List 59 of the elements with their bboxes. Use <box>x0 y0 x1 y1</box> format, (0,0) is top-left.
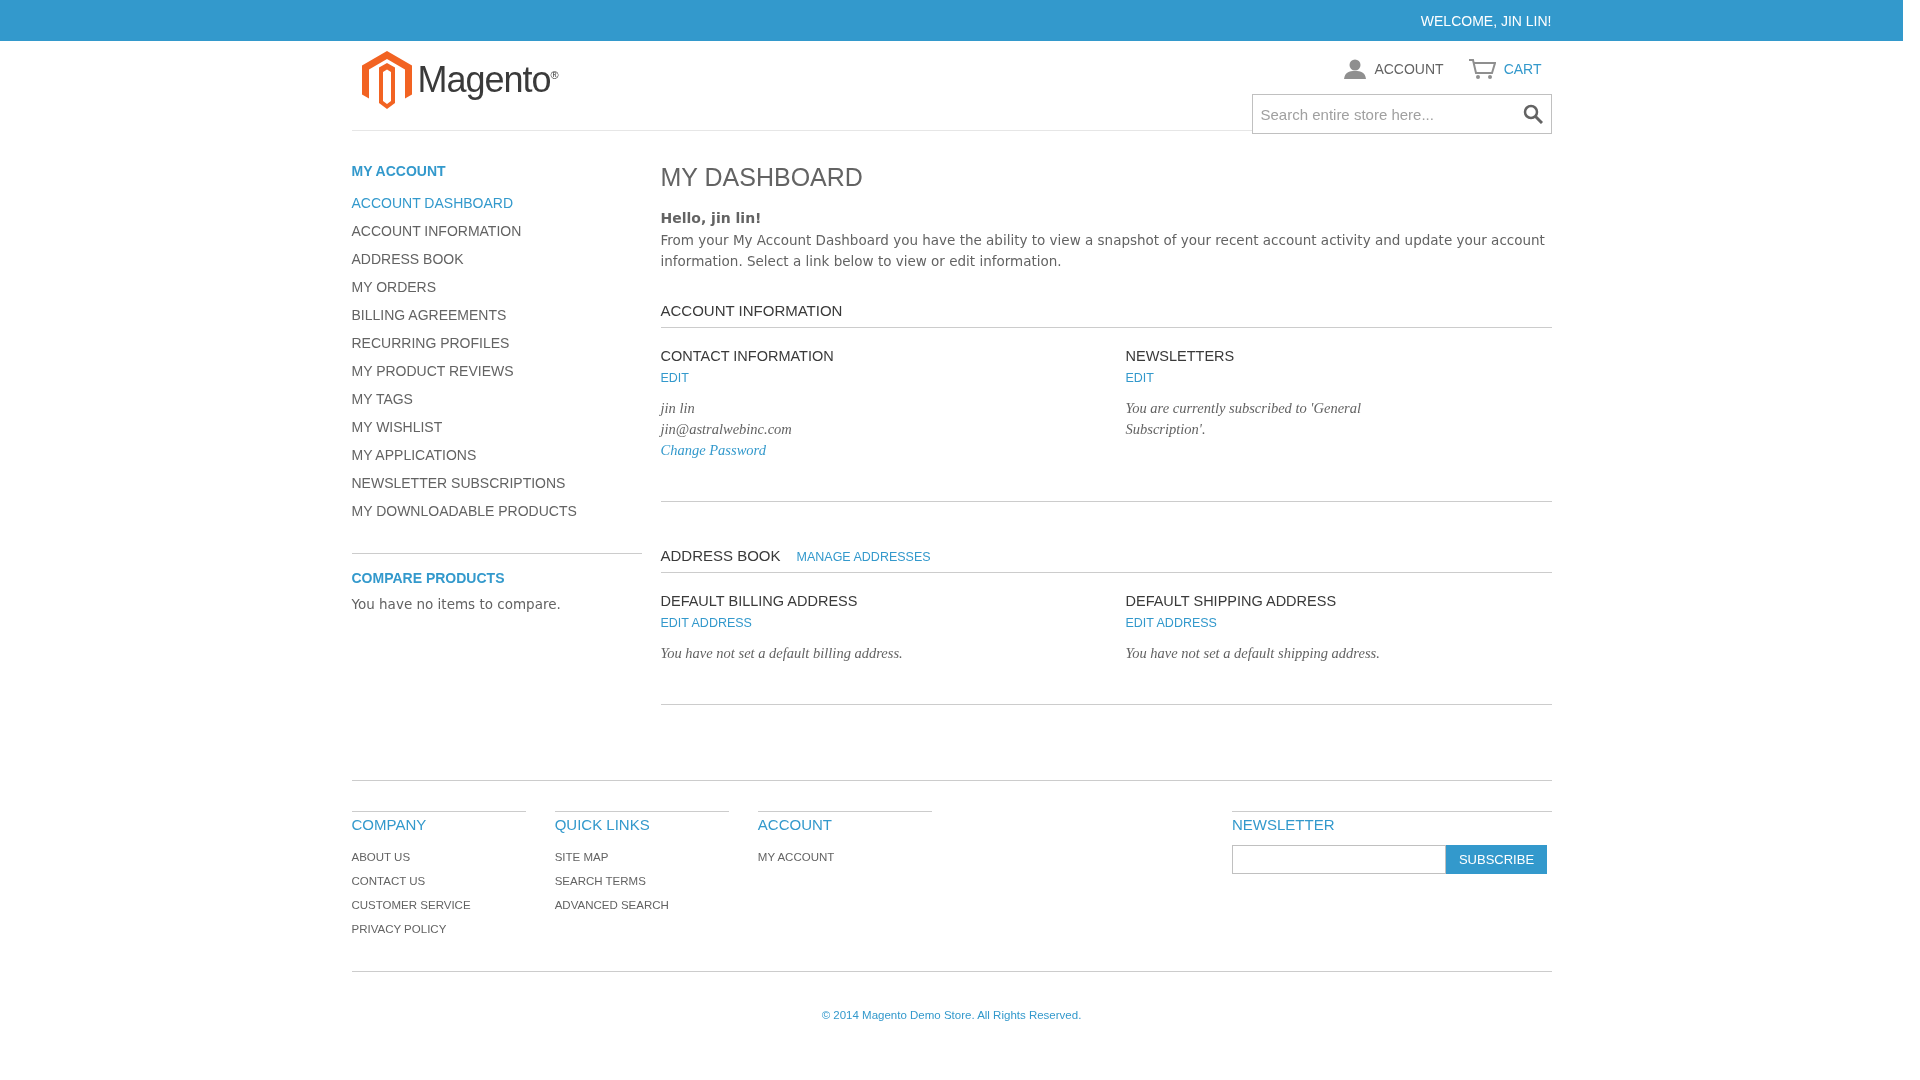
sidebar-item[interactable]: ADDRESS BOOK <box>351 245 642 273</box>
sidebar-item[interactable]: RECURRING PROFILES <box>351 329 642 357</box>
section-title: ADDRESS BOOK <box>660 547 781 564</box>
manage-addresses-link[interactable]: MANAGE ADDRESSES <box>796 550 931 564</box>
sidebar-title: MY ACCOUNT <box>351 163 447 179</box>
copyright-text: © 2014 Magento Demo Store. All Rights Reserved. <box>821 1009 1082 1021</box>
newsletter-email-field[interactable] <box>1232 845 1446 874</box>
info-text: You have not set a default shipping address. <box>1125 644 1381 663</box>
footer-heading: COMPANY <box>351 816 428 833</box>
search-field[interactable]: Search entire store here... <box>1251 94 1552 134</box>
info-text: You have not set a default billing address. <box>660 644 904 663</box>
compare-text: You have no items to compare. <box>351 596 562 612</box>
info-text: jin lin <box>660 399 696 418</box>
cart-link[interactable]: CART <box>1467 58 1542 80</box>
sidebar-item[interactable]: MY DOWNLOADABLE PRODUCTS <box>351 497 642 525</box>
footer-link[interactable]: CUSTOMER SERVICE <box>351 893 526 917</box>
footer-heading: ACCOUNT <box>757 816 833 833</box>
search-icon[interactable] <box>1522 104 1543 124</box>
footer-link[interactable]: CONTACT US <box>351 869 526 893</box>
sidebar-item[interactable]: MY APPLICATIONS <box>351 441 642 469</box>
greeting-text: Hello, jin lin! <box>660 210 763 226</box>
box-title: DEFAULT SHIPPING ADDRESS <box>1125 593 1338 609</box>
box-title: DEFAULT BILLING ADDRESS <box>660 593 859 609</box>
footer-link[interactable]: ABOUT US <box>351 845 526 869</box>
box-title: NEWSLETTERS <box>1125 348 1236 364</box>
page-title: MY DASHBOARD <box>660 163 864 192</box>
change-password-link[interactable]: Change Password <box>660 440 1126 461</box>
sidebar-item[interactable]: BILLING AGREEMENTS <box>351 301 642 329</box>
sidebar-item[interactable]: NEWSLETTER SUBSCRIPTIONS <box>351 469 642 497</box>
edit-link[interactable]: EDIT ADDRESS <box>1125 616 1217 630</box>
cart-icon <box>1467 58 1496 80</box>
info-text: jin@astralwebinc.com <box>660 420 793 439</box>
compare-title: COMPARE PRODUCTS <box>351 570 506 586</box>
sidebar-item[interactable]: MY TAGS <box>351 385 642 413</box>
sidebar-item[interactable]: ACCOUNT DASHBOARD <box>351 189 642 217</box>
edit-link[interactable]: EDIT ADDRESS <box>660 616 752 630</box>
box-title: CONTACT INFORMATION <box>660 348 835 364</box>
logo-text[interactable]: Magento$^{®}$ <box>417 59 558 101</box>
subscribe-button[interactable]: SUBSCRIBE <box>1446 845 1547 874</box>
footer-link[interactable]: PRIVACY POLICY <box>351 917 526 941</box>
section-title: ACCOUNT INFORMATION <box>660 302 843 319</box>
footer-heading: NEWSLETTER <box>1232 816 1336 833</box>
footer-link[interactable]: ADVANCED SEARCH <box>554 893 729 917</box>
user-icon <box>1344 59 1367 79</box>
sidebar-item[interactable]: ACCOUNT INFORMATION <box>351 217 642 245</box>
logo-icon <box>361 51 412 109</box>
intro-text: From your My Account Dashboard you have the ability to view a snapshot of your recent account activity and update your account information. Select a link below to view or edit information. <box>660 231 1546 271</box>
edit-link[interactable]: EDIT <box>1125 371 1154 385</box>
footer-heading: QUICK LINKS <box>554 816 651 833</box>
info-text: You are currently subscribed to 'General Subscription'. <box>1125 399 1362 439</box>
account-link[interactable]: ACCOUNT <box>1344 58 1444 80</box>
footer-link[interactable]: MY ACCOUNT <box>757 845 932 869</box>
footer-link[interactable]: SITE MAP <box>554 845 729 869</box>
footer-link[interactable]: SEARCH TERMS <box>554 869 729 893</box>
welcome-text: WELCOME, JIN LIN! <box>1420 12 1552 29</box>
sidebar-item[interactable]: MY PRODUCT REVIEWS <box>351 357 642 385</box>
sidebar-item[interactable]: MY ORDERS <box>351 273 642 301</box>
edit-link[interactable]: EDIT <box>660 371 689 385</box>
sidebar-item[interactable]: MY WISHLIST <box>351 413 642 441</box>
